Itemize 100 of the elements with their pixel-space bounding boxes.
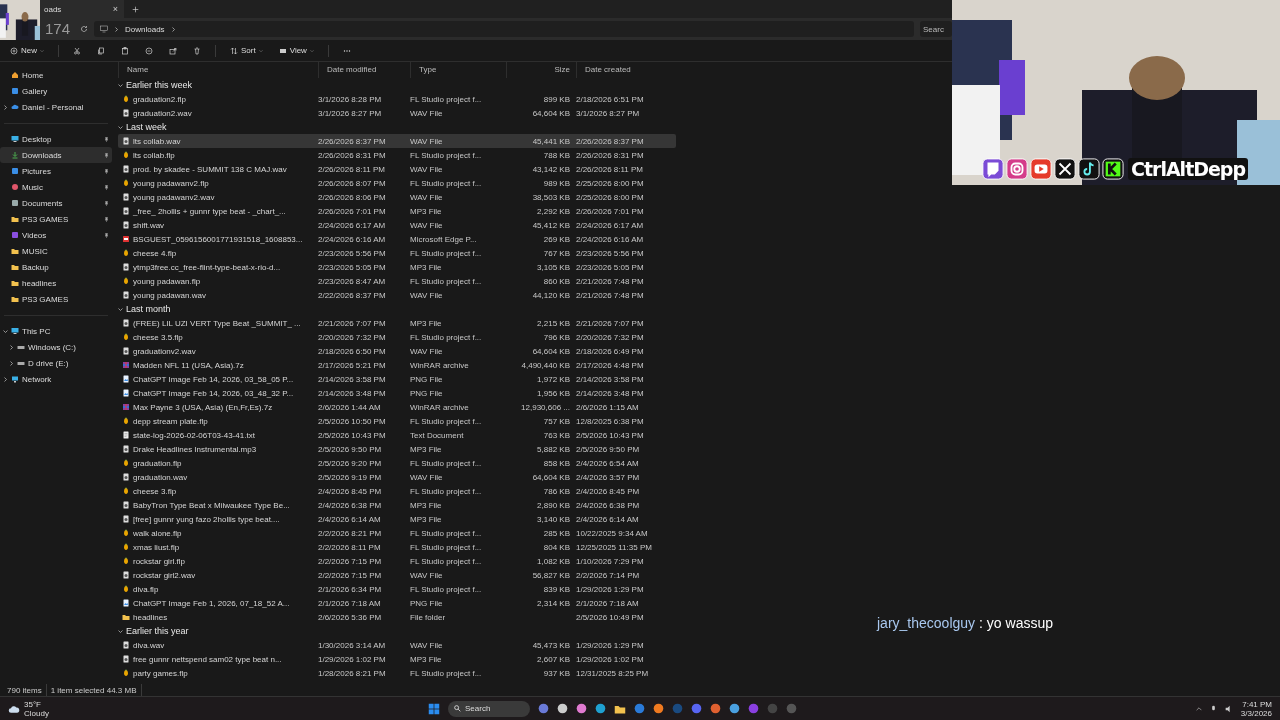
nav-item[interactable]: Desktop <box>0 131 112 147</box>
app-icon[interactable] <box>710 703 721 714</box>
nav-item[interactable]: This PC <box>0 323 112 339</box>
file-row[interactable]: (FREE) LIL UZI VERT Type Beat _SUMMIT_ ... 2/21/2026 7:07 PM MP3 File 2,215 KB 2/21/2026 7:07 PM <box>118 316 676 330</box>
file-row[interactable]: young padawanv2.flp 2/26/2026 8:07 PM FL Studio project f... 989 KB 2/25/2026 8:00 PM <box>118 176 676 190</box>
plus-icon[interactable] <box>132 5 139 13</box>
chevron-up-icon[interactable] <box>1195 705 1202 712</box>
column-header[interactable]: Date modified <box>318 62 410 78</box>
nav-item[interactable]: MUSIC <box>0 243 112 259</box>
nav-item[interactable]: PS3 GAMES <box>0 291 112 307</box>
pin-icon[interactable] <box>104 184 109 190</box>
app-icon[interactable] <box>576 703 587 714</box>
nav-item[interactable]: Downloads <box>0 147 112 163</box>
file-row[interactable]: graduationv2.wav 2/18/2026 6:50 PM WAV File 64,604 KB 2/18/2026 6:49 PM <box>118 344 676 358</box>
nav-item[interactable]: Videos <box>0 227 112 243</box>
file-row[interactable]: BSGUEST_0596156001771931518_1608853... 2/24/2026 6:16 AM Microsoft Edge P... 269 KB 2/24/2026 6:16 AM <box>118 232 676 246</box>
chevron-icon[interactable] <box>118 124 123 130</box>
column-header[interactable]: Name <box>118 62 318 78</box>
chevron-icon[interactable] <box>3 104 8 110</box>
file-row[interactable]: young padawan.wav 2/22/2026 8:37 PM WAV File 44,120 KB 2/21/2026 7:48 PM <box>118 288 676 302</box>
taskbar-search[interactable]: Search <box>448 700 530 717</box>
nav-item[interactable]: headlines <box>0 275 112 291</box>
chevron-icon[interactable] <box>3 328 8 334</box>
file-row[interactable]: lts collab.flp 2/26/2026 8:31 PM FL Studio project f... 788 KB 2/26/2026 8:31 PM <box>118 148 676 162</box>
file-row[interactable]: rockstar girl.flp 2/2/2026 7:15 PM FL Studio project f... 1,082 KB 1/10/2026 7:29 PM <box>118 554 676 568</box>
app-icon[interactable] <box>557 703 568 714</box>
file-row[interactable]: graduation.flp 2/5/2026 9:20 PM FL Studio project f... 858 KB 2/4/2026 6:54 AM <box>118 456 676 470</box>
file-row[interactable]: cheese 4.flp 2/23/2026 5:56 PM FL Studio project f... 767 KB 2/23/2026 5:56 PM <box>118 246 676 260</box>
nav-item[interactable]: PS3 GAMES <box>0 211 112 227</box>
pin-icon[interactable] <box>104 216 109 222</box>
file-row[interactable]: Max Payne 3 (USA, Asia) (En,Fr,Es).7z 2/6/2026 1:44 AM WinRAR archive 12,930,606 ... 2/6/2026 1:15 AM <box>118 400 676 414</box>
file-row[interactable]: state-log-2026-02-06T03-43-41.txt 2/5/2026 10:43 PM Text Document 763 KB 2/5/2026 10:43 PM <box>118 428 676 442</box>
app-icon[interactable] <box>595 703 606 714</box>
refresh-icon[interactable] <box>80 25 88 33</box>
nav-item[interactable]: D drive (E:) <box>0 355 112 371</box>
file-row[interactable]: ChatGPT Image Feb 14, 2026, 03_58_05 P... 2/14/2026 3:58 PM PNG File 1,972 KB 2/14/2026 3:58 PM <box>118 372 676 386</box>
search-field[interactable]: Searc <box>920 21 952 37</box>
column-header[interactable]: Type <box>410 62 506 78</box>
file-row[interactable]: young padawan.flp 2/23/2026 8:47 AM FL Studio project f... 860 KB 2/21/2026 7:48 PM <box>118 274 676 288</box>
pin-icon[interactable] <box>104 152 109 158</box>
file-row[interactable]: rockstar girl2.wav 2/2/2026 7:15 PM WAV File 56,827 KB 2/2/2026 7:14 PM <box>118 568 676 582</box>
chevron-icon[interactable] <box>3 376 8 382</box>
file-row[interactable]: prod. by skadee - SUMMIT 138 C MAJ.wav 2/26/2026 8:11 PM WAV File 43,142 KB 2/26/2026 8:11 PM <box>118 162 676 176</box>
file-row[interactable]: young padawanv2.wav 2/26/2026 8:06 PM WAV File 38,503 KB 2/25/2026 8:00 PM <box>118 190 676 204</box>
pin-icon[interactable] <box>104 200 109 206</box>
group-header[interactable]: Earlier this week <box>118 78 193 92</box>
file-row[interactable]: walk alone.flp 2/2/2026 8:21 PM FL Studio project f... 285 KB 10/22/2025 9:34 AM <box>118 526 676 540</box>
nav-item[interactable]: Network <box>0 371 112 387</box>
file-row[interactable]: Madden NFL 11 (USA, Asia).7z 2/17/2026 5:21 PM WinRAR archive 4,490,440 KB 2/17/2026 4:48 PM <box>118 358 676 372</box>
microphone-icon[interactable] <box>1209 704 1217 713</box>
file-row[interactable]: xmas liust.flp 2/2/2026 8:11 PM FL Studio project f... 804 KB 12/25/2025 11:35 PM <box>118 540 676 554</box>
file-row[interactable]: [free] gunnr yung fazo 2hollis type beat.... 2/4/2026 6:14 AM MP3 File 3,140 KB 2/4/2026 6:14 AM <box>118 512 676 526</box>
file-row[interactable]: party games.flp 1/28/2026 8:21 PM FL Studio project f... 937 KB 12/31/2025 8:25 PM <box>118 666 676 680</box>
file-row[interactable]: graduation.wav 2/5/2026 9:19 PM WAV File 64,604 KB 2/4/2026 3:57 PM <box>118 470 676 484</box>
pin-icon[interactable] <box>104 168 109 174</box>
nav-item[interactable]: Pictures <box>0 163 112 179</box>
chevron-icon[interactable] <box>114 26 119 32</box>
speaker-icon[interactable] <box>1224 704 1233 713</box>
nav-item[interactable]: Home <box>0 67 112 83</box>
nav-item[interactable]: Backup <box>0 259 112 275</box>
file-row[interactable]: ChatGPT Image Feb 1, 2026, 07_18_52 A... 2/1/2026 7:18 AM PNG File 2,314 KB 2/1/2026 7:18 AM <box>118 596 676 610</box>
new-button[interactable]: New <box>8 42 46 59</box>
file-row[interactable]: cheese 3.5.flp 2/20/2026 7:32 PM FL Studio project f... 796 KB 2/20/2026 7:32 PM <box>118 330 676 344</box>
app-icon[interactable] <box>538 703 549 714</box>
address-bar[interactable]: Downloads <box>94 21 914 37</box>
start-icon[interactable] <box>428 702 440 715</box>
file-row[interactable]: lts collab.wav 2/26/2026 8:37 PM WAV File 45,441 KB 2/26/2026 8:37 PM <box>118 134 676 148</box>
app-icon[interactable] <box>653 703 664 714</box>
file-row[interactable]: graduation2.wav 3/1/2026 8:27 PM WAV File 64,604 KB 3/1/2026 8:27 PM <box>118 106 676 120</box>
nav-item[interactable]: Daniel - Personal <box>0 99 112 115</box>
file-row[interactable]: headlines 2/6/2026 5:36 PM File folder 2/5/2026 10:49 PM <box>118 610 676 624</box>
pin-icon[interactable] <box>104 232 109 238</box>
nav-item[interactable]: Documents <box>0 195 112 211</box>
file-row[interactable]: free gunnr nettspend sam02 type beat n... 1/29/2026 1:02 PM MP3 File 2,607 KB 1/29/2026 1:02 PM <box>118 652 676 666</box>
file-row[interactable]: _free_ 2hollis + gunnr type beat - _chart_... 2/26/2026 7:01 PM MP3 File 2,292 KB 2/26/2026 7:01 PM <box>118 204 676 218</box>
chevron-icon[interactable] <box>9 360 14 366</box>
column-header[interactable]: Size <box>506 62 576 78</box>
chevron-icon[interactable] <box>9 344 14 350</box>
chevron-icon[interactable] <box>118 628 123 634</box>
nav-item[interactable]: Gallery <box>0 83 112 99</box>
file-row[interactable]: ChatGPT Image Feb 14, 2026, 03_48_32 P... 2/14/2026 3:48 PM PNG File 1,956 KB 2/14/2026 3:48 PM <box>118 386 676 400</box>
chevron-icon[interactable] <box>118 82 123 88</box>
group-header[interactable]: Earlier this year <box>118 624 189 638</box>
file-row[interactable]: Drake Headlines Instrumental.mp3 2/5/2026 9:50 PM MP3 File 5,882 KB 2/5/2026 9:50 PM <box>118 442 676 456</box>
group-header[interactable]: Last week <box>118 120 167 134</box>
file-row[interactable]: diva.wav 1/30/2026 3:14 AM WAV File 45,473 KB 1/29/2026 1:29 PM <box>118 638 676 652</box>
file-row[interactable]: graduation2.flp 3/1/2026 8:28 PM FL Studio project f... 899 KB 2/18/2026 6:51 PM <box>118 92 676 106</box>
view-button[interactable]: View <box>276 42 316 59</box>
nav-item[interactable]: Music <box>0 179 112 195</box>
app-icon[interactable] <box>729 703 740 714</box>
file-row[interactable]: diva.flp 2/1/2026 6:34 PM FL Studio project f... 839 KB 1/29/2026 1:29 PM <box>118 582 676 596</box>
file-row[interactable]: depp stream plate.flp 2/5/2026 10:50 PM FL Studio project f... 757 KB 12/8/2025 6:38 PM <box>118 414 676 428</box>
chevron-icon[interactable] <box>170 26 176 32</box>
file-row[interactable]: ytmp3free.cc_free-flint-type-beat-x-rio-d... 2/23/2026 5:05 PM MP3 File 3,105 KB 2/23/2026 5:05 PM <box>118 260 676 274</box>
group-header[interactable]: Last month <box>118 302 171 316</box>
nav-item[interactable]: Windows (C:) <box>0 339 112 355</box>
pin-icon[interactable] <box>104 136 109 142</box>
file-row[interactable]: cheese 3.flp 2/4/2026 8:45 PM FL Studio project f... 786 KB 2/4/2026 8:45 PM <box>118 484 676 498</box>
file-row[interactable]: BabyTron Type Beat x Milwaukee Type Be... 2/4/2026 6:38 PM MP3 File 2,890 KB 2/4/2026 6:38 PM <box>118 498 676 512</box>
clock[interactable]: 7:41 PM 3/3/2026 <box>1240 699 1272 718</box>
